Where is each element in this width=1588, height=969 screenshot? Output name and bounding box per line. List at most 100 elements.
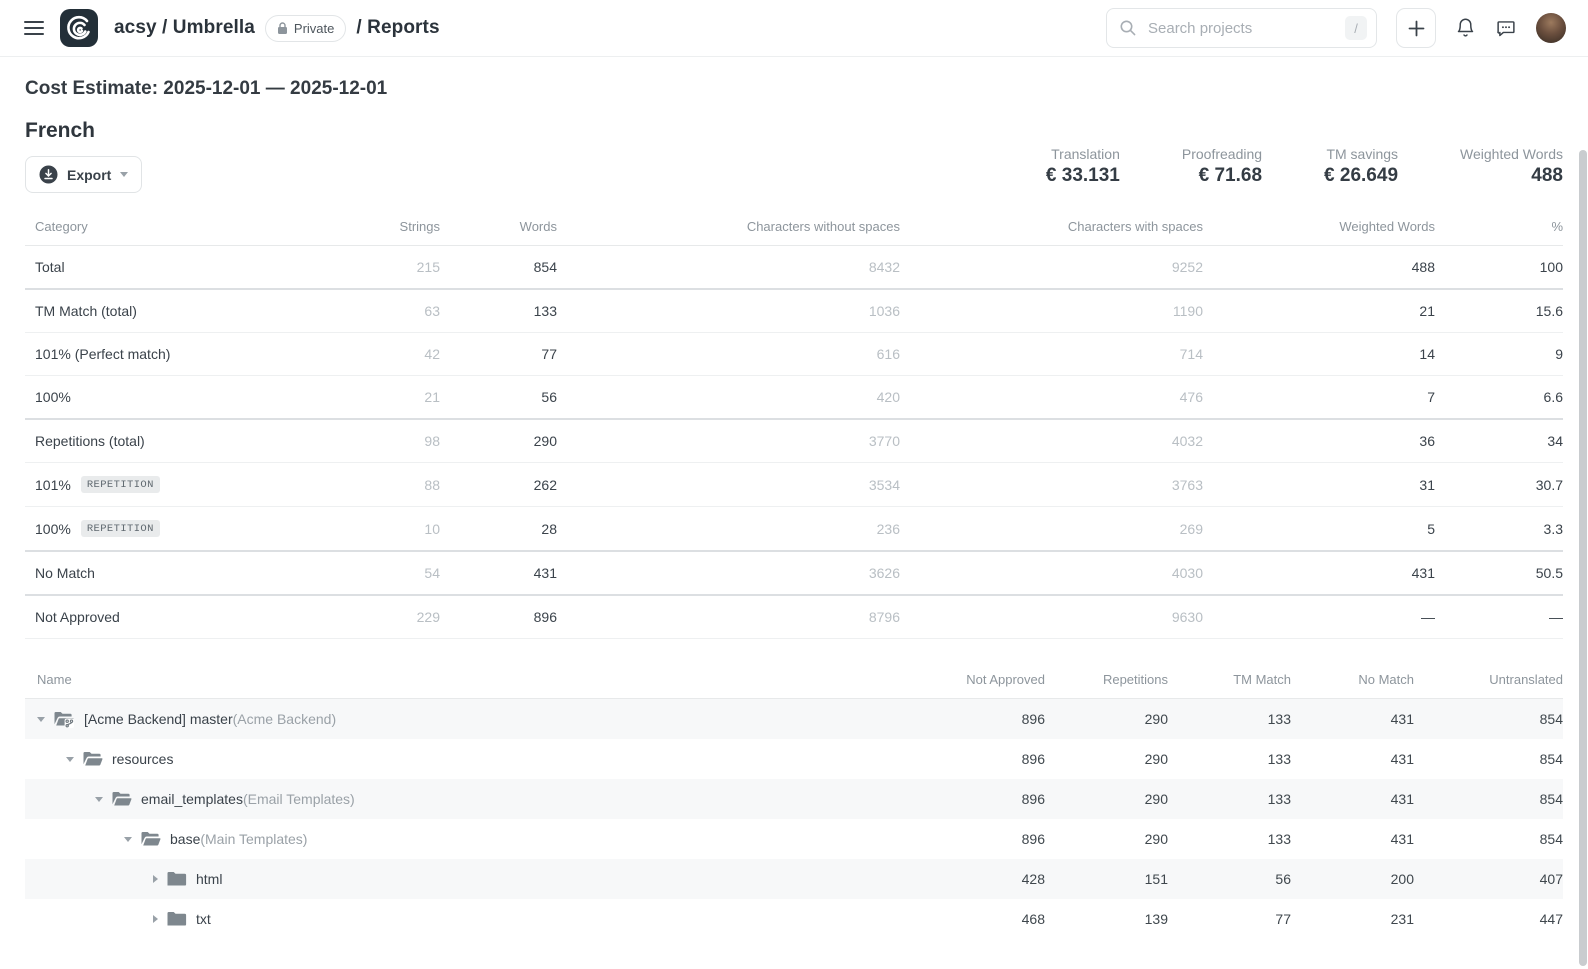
file-tree-row[interactable]: email_templates(Email Templates)89629013… (25, 779, 1563, 819)
category-label: Total (35, 259, 65, 275)
user-avatar[interactable] (1536, 13, 1566, 43)
messages-button[interactable] (1495, 18, 1517, 39)
collapse-caret-icon[interactable] (95, 797, 103, 802)
notifications-button[interactable] (1455, 17, 1476, 39)
file-value-cell: 290 (1045, 779, 1168, 819)
summary-value-cell: 98 (350, 419, 440, 463)
summary-value-cell: 431 (440, 551, 557, 595)
expand-caret-icon[interactable] (153, 915, 158, 923)
summary-value-cell: 714 (900, 333, 1203, 376)
file-tree-row[interactable]: txt46813977231447 (25, 899, 1563, 939)
category-wrap: 101% (Perfect match) (35, 346, 170, 362)
summary-value-cell: 77 (440, 333, 557, 376)
summary-value-cell: 21 (1203, 289, 1435, 333)
category-label: Not Approved (35, 609, 120, 625)
file-name-cell: email_templates(Email Templates) (25, 779, 922, 819)
category-wrap: TM Match (total) (35, 303, 137, 319)
files-column-header: No Match (1291, 666, 1414, 699)
tree-line: [Acme Backend] master(Acme Backend) (25, 699, 922, 739)
summary-value-cell: 854 (440, 246, 557, 290)
scrollbar-thumb[interactable] (1579, 150, 1587, 966)
summary-category-cell: TM Match (total) (25, 289, 350, 333)
search-input[interactable] (1146, 19, 1336, 38)
stat-label: Proofreading (1182, 146, 1262, 162)
app-logo-icon[interactable] (60, 9, 98, 47)
chevron-down-icon (120, 172, 128, 177)
file-name-cell: base(Main Templates) (25, 819, 922, 859)
category-label: 100% (35, 521, 71, 537)
summary-value-cell: 290 (440, 419, 557, 463)
file-tree-row[interactable]: base(Main Templates)896290133431854 (25, 819, 1563, 859)
file-name-cell: [Acme Backend] master(Acme Backend) (25, 699, 922, 740)
category-wrap: 100% (35, 389, 71, 405)
file-name: base (170, 831, 200, 847)
category-wrap: Repetitions (total) (35, 433, 145, 449)
private-badge: Private (265, 15, 346, 42)
summary-column-header: Weighted Words (1203, 213, 1435, 246)
stats-row: Translation€ 33.131 Proofreading€ 71.68 TM… (1046, 146, 1563, 187)
folder-icon (167, 911, 187, 927)
search-box[interactable]: / (1106, 8, 1377, 48)
category-wrap: 100%REPETITION (35, 520, 160, 537)
collapse-caret-icon[interactable] (124, 837, 132, 842)
top-bar-actions: / (1106, 8, 1566, 48)
summary-value-cell: 5 (1203, 507, 1435, 552)
stat-value: € 33.131 (1046, 165, 1120, 187)
stat-block: Weighted Words488 (1460, 146, 1563, 187)
file-value-cell: 407 (1414, 859, 1563, 899)
summary-value-cell: 3770 (557, 419, 900, 463)
file-tree-row[interactable]: resources896290133431854 (25, 739, 1563, 779)
summary-value-cell: 10 (350, 507, 440, 552)
stat-block: Proofreading€ 71.68 (1182, 146, 1262, 187)
file-tree-row[interactable]: html42815156200407 (25, 859, 1563, 899)
tree-line: email_templates(Email Templates) (25, 779, 922, 819)
file-name-wrap: base(Main Templates) (170, 831, 307, 847)
summary-value-cell: — (1435, 595, 1563, 639)
summary-value-cell: 30.7 (1435, 463, 1563, 507)
search-icon (1119, 19, 1137, 37)
file-value-cell: 133 (1168, 779, 1291, 819)
tree-line: base(Main Templates) (25, 819, 922, 859)
file-name-wrap: [Acme Backend] master(Acme Backend) (84, 711, 336, 727)
summary-column-header: Characters without spaces (557, 213, 900, 246)
file-value-cell: 133 (1168, 739, 1291, 779)
file-value-cell: 431 (1291, 699, 1414, 740)
file-tree-row[interactable]: [Acme Backend] master(Acme Backend)89629… (25, 699, 1563, 740)
summary-row: 100%REPETITION102823626953.3 (25, 507, 1563, 552)
files-column-header: Name (25, 666, 922, 699)
category-label: TM Match (total) (35, 303, 137, 319)
breadcrumb-project[interactable]: acsy / Umbrella (114, 17, 255, 39)
plus-icon (1408, 20, 1425, 37)
stat-value: € 26.649 (1324, 165, 1398, 187)
file-value-cell: 896 (922, 699, 1045, 740)
expand-caret-icon[interactable] (153, 875, 158, 883)
file-value-cell: 854 (1414, 779, 1563, 819)
private-badge-label: Private (294, 21, 334, 36)
collapse-caret-icon[interactable] (66, 757, 74, 762)
file-value-cell: 290 (1045, 819, 1168, 859)
category-label: 100% (35, 389, 71, 405)
summary-value-cell: 4032 (900, 419, 1203, 463)
summary-row: 100%215642047676.6 (25, 376, 1563, 420)
page-scrollbar (1578, 0, 1588, 969)
summary-row: 101% (Perfect match)4277616714149 (25, 333, 1563, 376)
create-project-button[interactable] (1396, 8, 1436, 48)
file-value-cell: 447 (1414, 899, 1563, 939)
export-button[interactable]: Export (25, 156, 142, 193)
summary-value-cell: 236 (557, 507, 900, 552)
stat-block: TM savings€ 26.649 (1324, 146, 1398, 187)
hamburger-menu-icon[interactable] (24, 20, 44, 36)
collapse-caret-icon[interactable] (37, 717, 45, 722)
summary-value-cell: 488 (1203, 246, 1435, 290)
summary-table-body: Total21585484329252488100TM Match (total… (25, 246, 1563, 639)
summary-row: 101%REPETITION88262353437633130.7 (25, 463, 1563, 507)
language-section: French Export Translation€ 33.131Proofre… (25, 119, 1563, 193)
stat-block: Translation€ 33.131 (1046, 146, 1120, 187)
category-label: Repetitions (total) (35, 433, 145, 449)
file-value-cell: 431 (1291, 739, 1414, 779)
cost-summary-table: CategoryStringsWordsCharacters without s… (25, 213, 1563, 639)
category-label: 101% (Perfect match) (35, 346, 170, 362)
file-value-cell: 896 (922, 819, 1045, 859)
summary-value-cell: 3626 (557, 551, 900, 595)
summary-value-cell: 229 (350, 595, 440, 639)
